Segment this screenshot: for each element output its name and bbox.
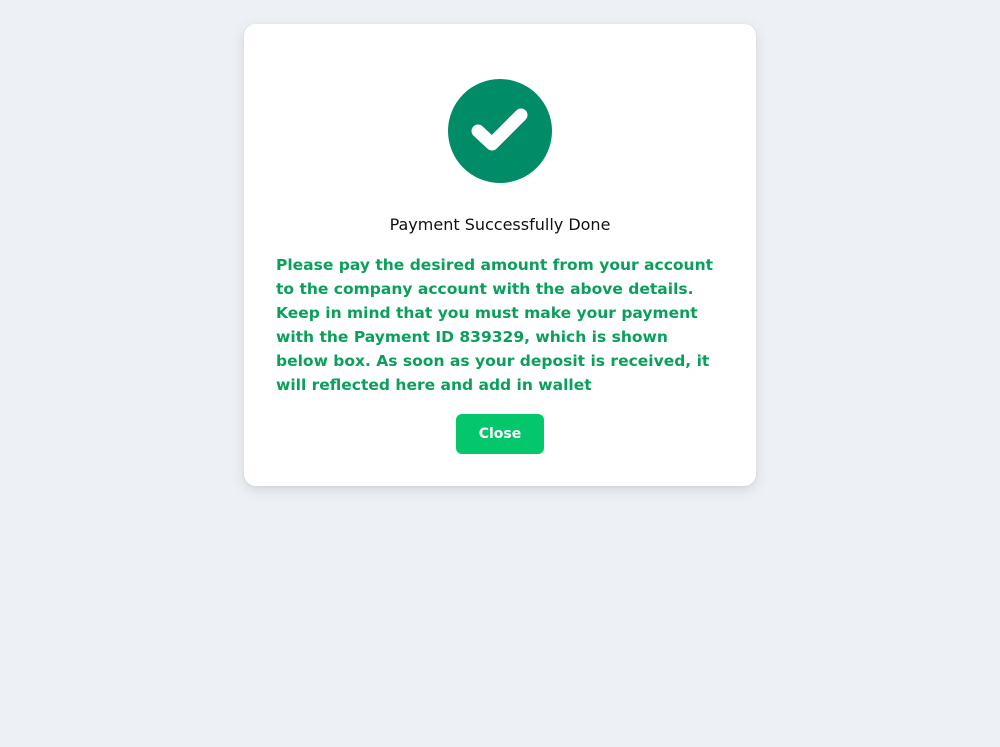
close-button[interactable]: Close <box>456 414 544 454</box>
modal-title: Payment Successfully Done <box>389 215 611 234</box>
payment-success-modal: Payment Successfully Done Please pay the… <box>244 24 756 486</box>
payment-instructions: Please pay the desired amount from your … <box>276 256 714 394</box>
checkmark-circle-icon <box>448 79 552 183</box>
